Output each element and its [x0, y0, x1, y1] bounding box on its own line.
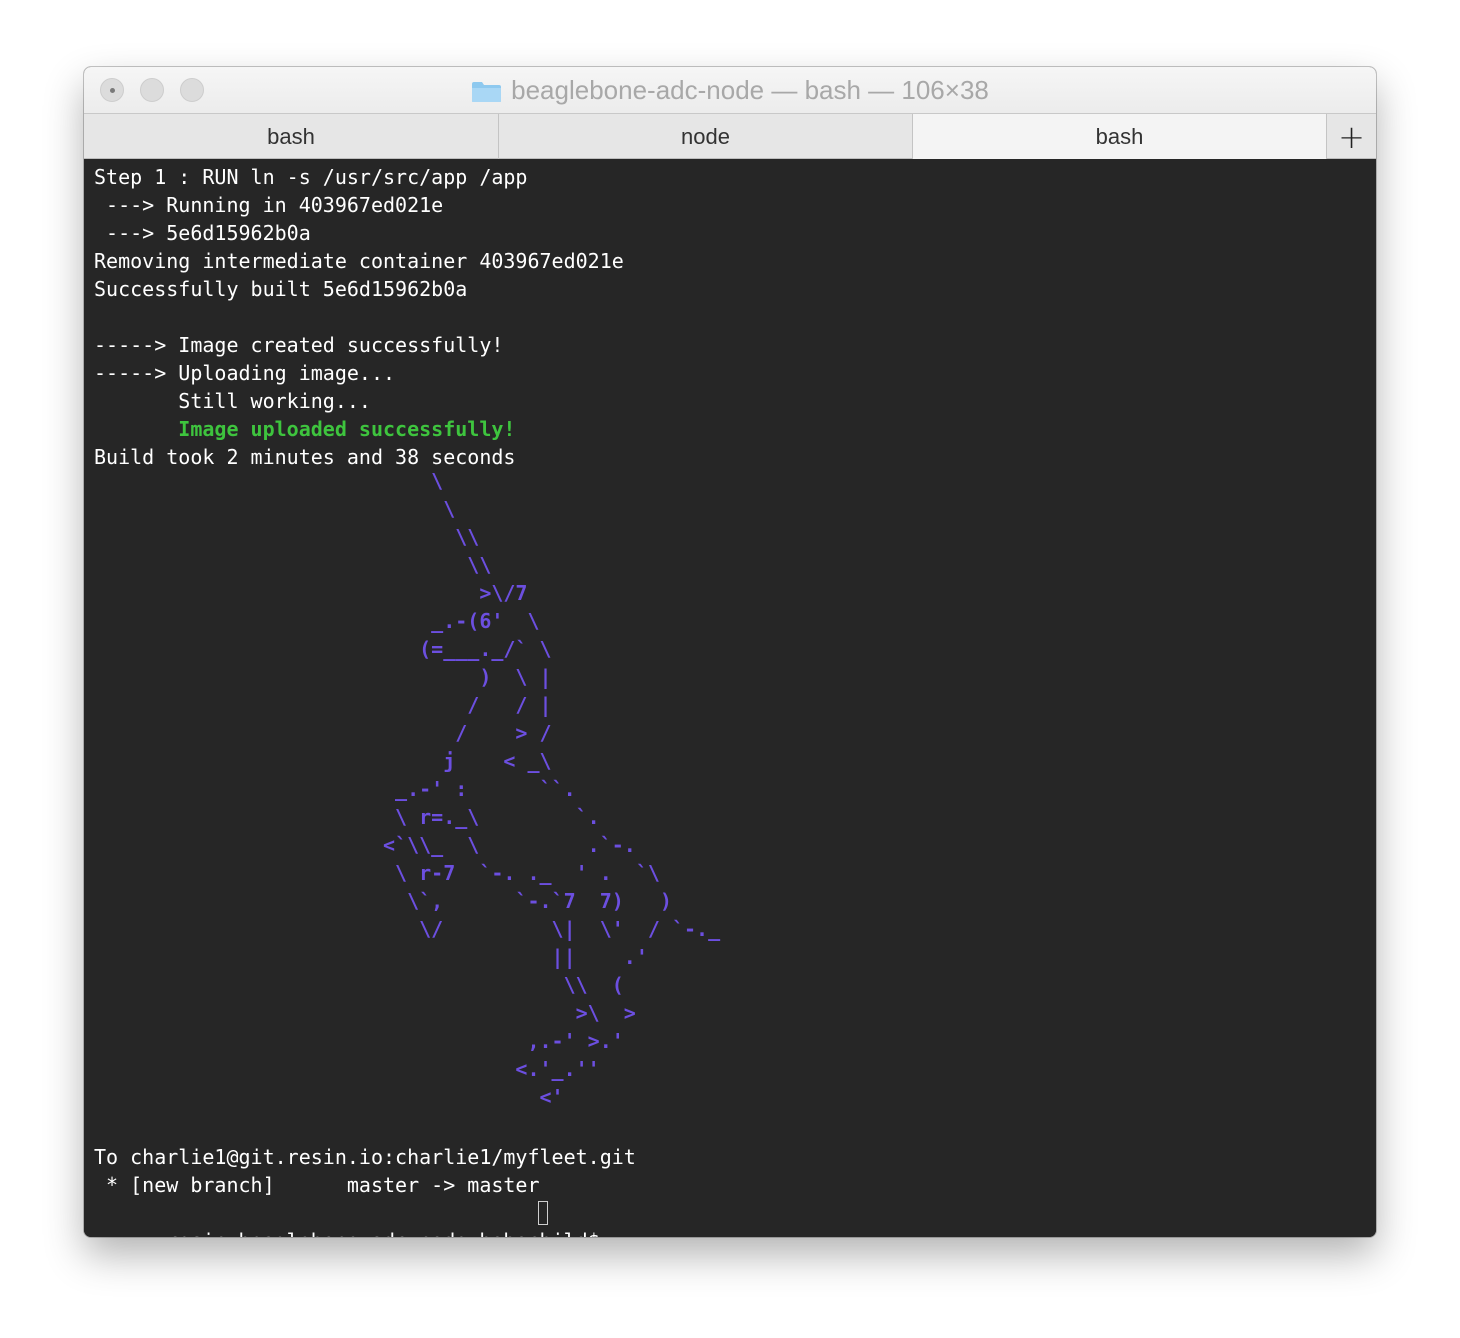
new-tab-button[interactable]: + [1327, 114, 1376, 159]
build-line: -----> Uploading image... [94, 361, 396, 385]
prompt-text: resin:beaglebone-adc-node hobochild$ [166, 1229, 612, 1237]
upload-success-line: Image uploaded successfully! [94, 417, 516, 441]
build-line: Successfully built 5e6d15962b0a [94, 277, 468, 301]
title-bar[interactable]: beaglebone-adc-node — bash — 106×38 [84, 67, 1376, 113]
window-title-container: beaglebone-adc-node — bash — 106×38 [84, 67, 1376, 113]
build-line: Removing intermediate container 403967ed… [94, 249, 624, 273]
terminal-window: beaglebone-adc-node — bash — 106×38 bash… [84, 67, 1376, 1237]
unicorn-ascii-art: \ \ \\ \\ >\/7 _.-(6' \ (=___._/` \) \ … [382, 469, 721, 1109]
tab-bash-active[interactable]: bash [913, 114, 1327, 159]
push-line: * [new branch] master -> master [94, 1173, 540, 1197]
terminal-output[interactable]: Step 1 : RUN ln -s /usr/src/app /app ---… [84, 159, 1376, 1237]
build-line: -----> Image created successfully! [94, 333, 504, 357]
build-line: Still working... [94, 389, 371, 413]
tab-bash-1[interactable]: bash [84, 114, 499, 159]
build-line: ---> 5e6d15962b0a [94, 221, 311, 245]
push-line: To charlie1@git.resin.io:charlie1/myflee… [94, 1145, 636, 1169]
text-cursor [538, 1201, 548, 1225]
folder-icon [471, 80, 502, 103]
window-title: beaglebone-adc-node — bash — 106×38 [511, 74, 989, 105]
build-line: Step 1 : RUN ln -s /usr/src/app /app [94, 165, 528, 189]
tab-bar: bash node bash + [84, 113, 1376, 159]
shell-prompt: resin:beaglebone-adc-node hobochild$ [94, 1199, 612, 1237]
build-line: ---> Running in 403967ed021e [94, 193, 444, 217]
tab-node[interactable]: node [499, 114, 913, 159]
